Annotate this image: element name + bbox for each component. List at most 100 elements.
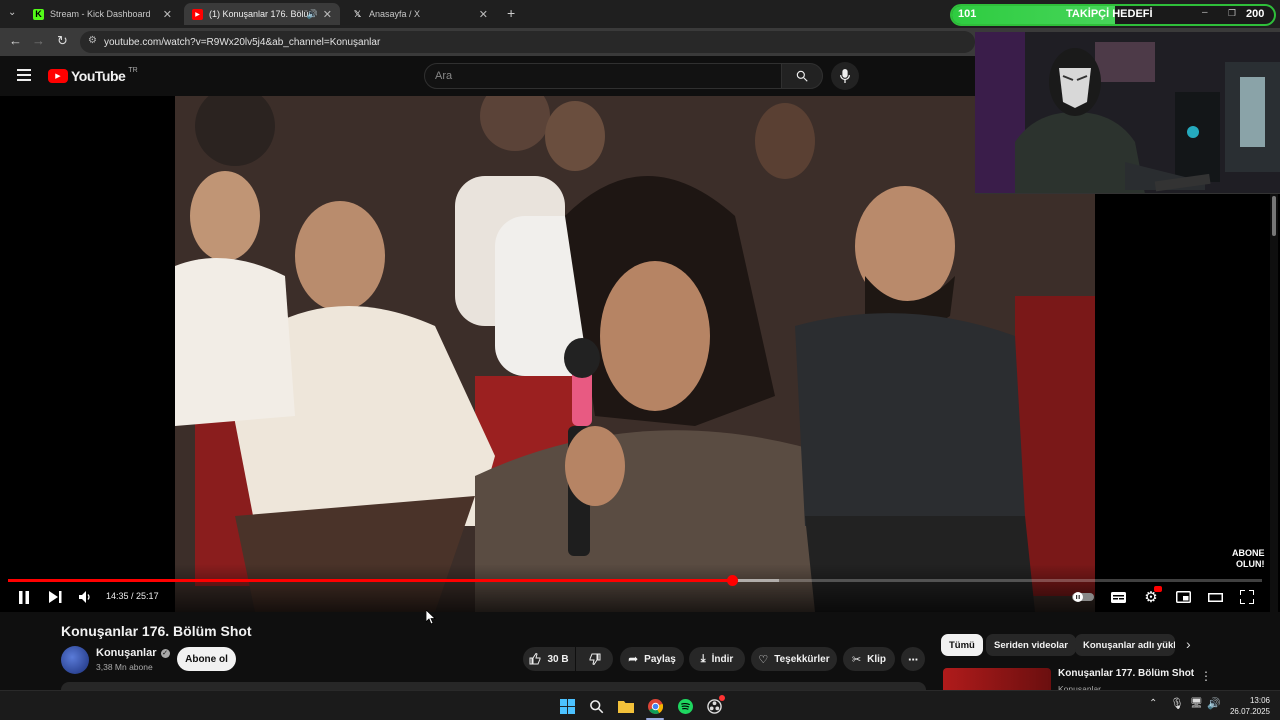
speaker-icon[interactable]: 🔊 <box>307 9 318 20</box>
autoplay-toggle[interactable] <box>1071 586 1095 608</box>
subtitles-button[interactable] <box>1107 586 1129 608</box>
duration: 25:17 <box>136 591 159 601</box>
tab-kick-dashboard[interactable]: K Stream - Kick Dashboard ✕ <box>25 3 180 25</box>
video-title: Konuşanlar 176. Bölüm Shot <box>61 623 252 639</box>
close-tab-icon[interactable]: ✕ <box>163 8 172 21</box>
search-icon <box>796 70 808 82</box>
chrome-icon[interactable] <box>646 697 664 715</box>
network-icon[interactable]: 🖥 <box>1190 698 1203 709</box>
youtube-logo[interactable]: ▶ YouTube TR <box>48 66 138 84</box>
tab-x-home[interactable]: 𝕏 Anasayfa / X ✕ <box>344 3 496 25</box>
current-time: 14:35 <box>106 591 129 601</box>
settings-button[interactable]: ⚙ <box>1140 586 1162 608</box>
verified-badge-icon: ✓ <box>160 648 170 658</box>
new-tab-plus-icon[interactable]: + <box>507 5 515 21</box>
hd-badge-icon <box>1154 586 1162 592</box>
chip-channel-uploads[interactable]: Konuşanlar adlı yükle <box>1075 634 1175 656</box>
region-code: TR <box>128 66 138 74</box>
goal-target: 200 <box>1246 8 1265 20</box>
progress-bar[interactable] <box>8 575 1262 586</box>
restore-icon[interactable]: ❐ <box>1228 8 1236 19</box>
spotify-icon[interactable] <box>676 697 694 715</box>
pause-button[interactable] <box>14 586 34 608</box>
player-controls: 14:35 / 25:17 ⚙ <box>0 564 1280 612</box>
follower-goal-bar: 101 TAKİPÇİ HEDEFİ – ❐ 200 <box>950 4 1276 26</box>
kick-icon: K <box>33 8 44 20</box>
skip-next-icon <box>48 591 61 603</box>
next-video-button[interactable] <box>45 586 65 608</box>
next-video-title[interactable]: Konuşanlar 177. Bölüm Shot <box>1058 668 1194 679</box>
scrollbar-thumb[interactable] <box>1272 196 1276 236</box>
clip-button[interactable]: ✂ Klip <box>843 647 895 671</box>
reload-icon[interactable]: ↻ <box>57 33 68 49</box>
windows-taskbar: ⌃ 🎙 🖥 🔊 13:06 26.07.2025 <box>0 690 1280 720</box>
forward-arrow-icon[interactable]: → <box>32 33 45 48</box>
share-label: Paylaş <box>644 653 676 665</box>
thanks-button[interactable]: ♡ Teşekkürler <box>751 647 837 671</box>
tab-list-chevron-icon[interactable]: ⌄ <box>8 7 16 18</box>
search-button[interactable] <box>781 63 823 89</box>
spotify-logo-icon <box>677 698 693 714</box>
download-button[interactable]: ⤓ İndir <box>689 647 745 671</box>
thanks-label: Teşekkürler <box>774 653 830 665</box>
file-explorer-icon[interactable] <box>617 697 635 715</box>
taskbar-search-icon[interactable] <box>587 697 605 715</box>
time-display: 14:35 / 25:17 <box>106 591 159 601</box>
chevron-right-icon[interactable]: › <box>1186 636 1191 652</box>
download-icon: ⤓ <box>700 652 706 665</box>
share-button[interactable]: ➦ Paylaş <box>620 647 684 671</box>
share-arrow-icon: ➦ <box>628 652 639 666</box>
autoplay-toggle-icon <box>1072 592 1094 602</box>
fullscreen-button[interactable] <box>1236 586 1258 608</box>
site-info-icon[interactable]: ⚙ <box>88 35 97 46</box>
progress-scrubber-handle[interactable] <box>726 575 738 586</box>
miniplayer-button[interactable] <box>1172 586 1194 608</box>
x-icon: 𝕏 <box>353 8 362 19</box>
page-scrollbar[interactable] <box>1270 194 1278 690</box>
microphone-icon <box>839 69 851 83</box>
url-text: youtube.com/watch?v=R9Wx20lv5j4&ab_chann… <box>104 36 381 48</box>
streaming-app-icon[interactable] <box>705 695 725 715</box>
mute-button[interactable] <box>76 586 94 608</box>
subscriber-count: 3,38 Mn abone <box>96 662 153 672</box>
volume-icon[interactable]: 🔊 <box>1207 697 1221 710</box>
windows-start-icon[interactable] <box>558 697 576 715</box>
pause-icon <box>19 590 29 604</box>
subtitles-icon <box>1110 591 1126 603</box>
show-hidden-icons-chevron-icon[interactable]: ⌃ <box>1149 698 1157 709</box>
dislike-button[interactable] <box>576 647 613 671</box>
fullscreen-icon <box>1240 590 1254 604</box>
close-tab-icon[interactable]: ✕ <box>479 8 488 21</box>
folder-icon <box>618 700 634 713</box>
like-count: 30 B <box>547 653 569 665</box>
channel-avatar[interactable] <box>61 646 89 674</box>
webcam-scene-image <box>975 32 1280 193</box>
hamburger-menu-icon[interactable] <box>17 69 31 81</box>
chip-series-videos[interactable]: Seriden videolar <box>986 634 1076 656</box>
microphone-icon[interactable]: 🎙 <box>1170 697 1184 710</box>
more-vertical-icon[interactable]: ⋮ <box>1200 669 1212 683</box>
channel-name[interactable]: Konuşanlar <box>96 647 157 659</box>
more-actions-button[interactable]: ··· <box>901 647 925 671</box>
voice-search-button[interactable] <box>831 62 859 90</box>
theater-mode-button[interactable] <box>1204 586 1226 608</box>
thumbs-up-icon <box>529 653 541 665</box>
progress-played <box>8 579 732 582</box>
search-input[interactable]: Ara <box>424 63 782 89</box>
back-arrow-icon[interactable]: ← <box>9 33 22 48</box>
notification-dot-icon <box>719 695 725 701</box>
tab-youtube-video[interactable]: ▶ (1) Konuşanlar 176. Bölüm S 🔊 ✕ <box>184 3 340 25</box>
chip-all[interactable]: Tümü <box>941 634 983 656</box>
subscribe-button[interactable]: Abone ol <box>177 647 236 671</box>
like-button[interactable]: 30 B <box>523 647 575 671</box>
video-frame[interactable] <box>175 96 1095 612</box>
windows-logo-icon <box>559 698 575 714</box>
minimize-icon[interactable]: – <box>1202 7 1208 18</box>
miniplayer-icon <box>1175 591 1191 603</box>
heart-dollar-icon: ♡ <box>758 653 769 666</box>
system-clock[interactable]: 13:06 26.07.2025 <box>1226 695 1270 717</box>
youtube-play-logo-icon: ▶ <box>48 69 68 83</box>
goal-label: TAKİPÇİ HEDEFİ <box>1066 8 1153 20</box>
close-tab-icon[interactable]: ✕ <box>323 8 332 21</box>
address-bar[interactable]: ⚙ youtube.com/watch?v=R9Wx20lv5j4&ab_cha… <box>80 31 975 53</box>
